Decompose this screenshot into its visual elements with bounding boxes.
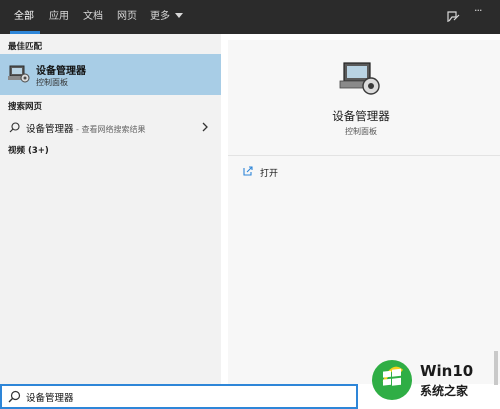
feedback-icon[interactable] (444, 8, 462, 26)
search-icon (9, 122, 20, 133)
web-search-separator: - (73, 125, 82, 134)
tab-apps[interactable]: 应用 (49, 0, 69, 34)
chevron-down-icon (175, 13, 184, 18)
tab-more[interactable]: 更多 (150, 0, 184, 34)
windows-logo-icon (372, 360, 412, 400)
tab-more-label: 更多 (150, 11, 170, 22)
preview-subtitle: 控制面板 (345, 127, 377, 136)
best-match-title: 设备管理器 (36, 66, 86, 77)
web-search-heading: 搜索网页 (8, 102, 43, 112)
open-action-label: 打开 (260, 169, 279, 179)
search-icon (8, 390, 21, 403)
device-manager-icon (8, 65, 30, 83)
web-search-item[interactable]: 设备管理器 - 查看网络搜索结果 (0, 118, 221, 136)
tab-all[interactable]: 全部 (14, 0, 34, 34)
best-match-subtitle: 控制面板 (36, 78, 68, 87)
tab-documents[interactable]: 文档 (83, 0, 103, 34)
videos-heading[interactable]: 视频 (3+) (8, 144, 49, 156)
more-options-icon[interactable]: ··· (474, 4, 492, 22)
web-search-suffix: 查看网络搜索结果 (81, 125, 146, 134)
best-match-item[interactable]: 设备管理器 控制面板 (0, 54, 221, 95)
watermark-line1: Win10 (420, 362, 474, 380)
search-box[interactable] (0, 384, 358, 409)
chevron-right-icon[interactable] (201, 121, 209, 133)
search-input[interactable] (26, 388, 346, 405)
watermark: Win10 系统之家 (370, 358, 496, 402)
best-match-heading: 最佳匹配 (8, 42, 43, 52)
divider (228, 155, 500, 156)
preview-panel: 设备管理器 控制面板 打开 (228, 40, 500, 384)
tab-web[interactable]: 网页 (117, 0, 137, 34)
web-search-query: 设备管理器 (26, 124, 74, 135)
preview-title: 设备管理器 (332, 109, 390, 123)
results-panel: 最佳匹配 设备管理器 控制面板 搜索网页 设备管理器 - 查看网络搜索结果 视频… (0, 34, 221, 384)
open-icon (243, 166, 253, 176)
watermark-line2: 系统之家 (420, 384, 469, 398)
device-manager-icon (339, 62, 380, 95)
search-scope-bar: 全部 应用 文档 网页 更多 ··· (0, 0, 500, 34)
